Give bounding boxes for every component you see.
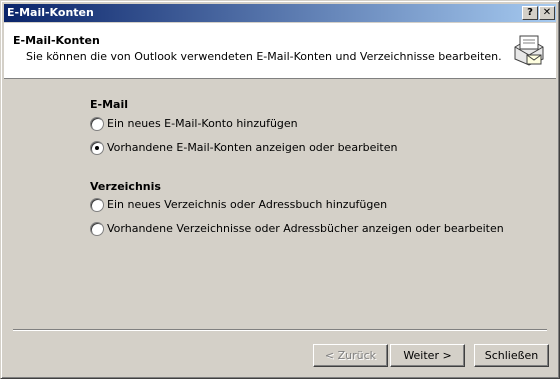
radio-label[interactable]: Vorhandene E-Mail-Konten anzeigen oder b… [107,141,397,154]
mail-accounts-icon [514,35,544,66]
window-title: E-Mail-Konten [7,6,94,19]
radio-button-selected[interactable] [90,141,104,155]
close-window-button[interactable]: ✕ [539,6,555,20]
radio-button[interactable] [90,117,104,131]
dialog-window: E-Mail-Konten ? ✕ E-Mail-Konten Sie könn… [0,0,560,379]
email-group-label: E-Mail [90,98,128,111]
radio-label[interactable]: Ein neues E-Mail-Konto hinzufügen [107,117,298,130]
directory-group-label: Verzeichnis [90,180,161,193]
next-button[interactable]: Weiter > [390,344,465,367]
title-bar: E-Mail-Konten ? ✕ [4,4,556,22]
close-button[interactable]: Schließen [474,344,549,367]
radio-button[interactable] [90,198,104,212]
header-title: E-Mail-Konten [13,34,100,47]
header-subtitle: Sie können die von Outlook verwendeten E… [26,50,502,63]
radio-label[interactable]: Vorhandene Verzeichnisse oder Adressbüch… [107,222,504,235]
back-button[interactable]: < Zurück [313,344,388,367]
help-button[interactable]: ? [522,6,538,20]
radio-button[interactable] [90,222,104,236]
button-separator [13,329,547,331]
wizard-header: E-Mail-Konten Sie können die von Outlook… [4,23,556,79]
radio-label[interactable]: Ein neues Verzeichnis oder Adressbuch hi… [107,198,387,211]
